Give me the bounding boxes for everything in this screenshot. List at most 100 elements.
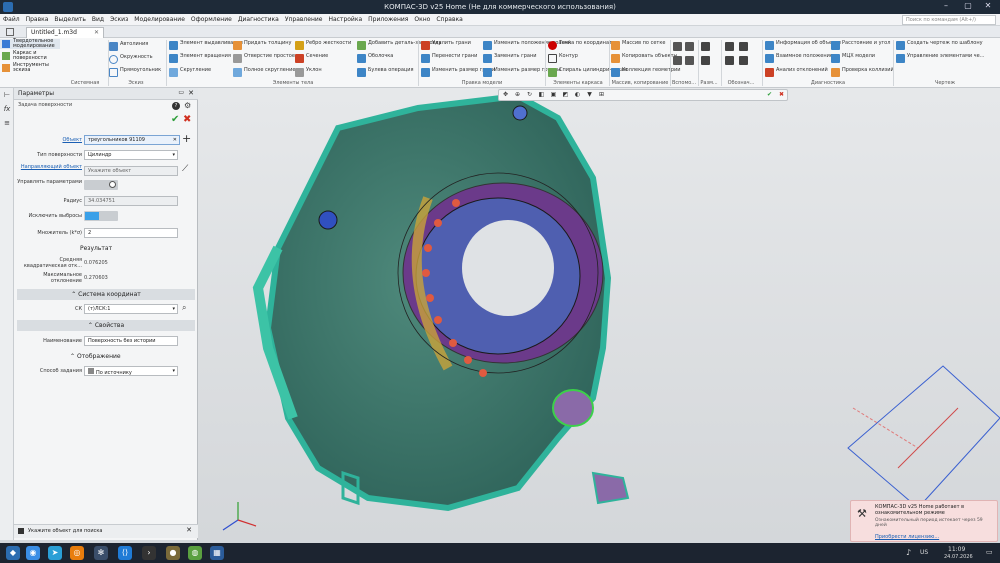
section-button[interactable]: Сечение [294,54,328,63]
home-icon[interactable] [6,28,14,36]
close-panel-icon[interactable]: ✕ [188,89,194,97]
menu-settings[interactable]: Настройка [325,14,365,25]
collision-check-button[interactable]: Проверка коллизий [830,68,894,77]
orientation-icon[interactable]: ◧ [537,91,546,100]
point-coords-button[interactable]: Точка по координатам [547,41,619,50]
add-object-icon[interactable]: + [182,132,191,145]
move-faces-button[interactable]: Перенести грани [420,54,477,63]
pick-direction-icon[interactable]: ⟋ [182,164,188,174]
menu-view[interactable]: Вид [89,14,107,25]
rib-button[interactable]: Ребро жесткости [294,41,351,50]
close-tab-icon[interactable]: ✕ [94,29,99,36]
vscode-icon[interactable]: ⟨⟩ [118,546,132,560]
properties-section-header[interactable]: ⌃ Свойства [17,320,195,331]
menu-modeling[interactable]: Моделирование [131,14,188,25]
menu-help[interactable]: Справка [433,14,465,25]
manage-params-toggle[interactable] [84,180,118,190]
menu-sketch[interactable]: Эскиз [107,14,131,25]
manage-drawing-button[interactable]: Управление элементами че... [895,54,984,63]
full-fillet-button[interactable]: Полное скругление [232,68,295,77]
menu-design[interactable]: Оформление [188,14,235,25]
app-icon[interactable]: ✻ [94,546,108,560]
deviation-analysis-button[interactable]: Анализ отклонений [764,68,828,77]
menu-select[interactable]: Выделить [51,14,88,25]
maximize-button[interactable]: ▢ [958,1,978,13]
cancel-view-icon[interactable]: ✖ [777,91,786,100]
command-search-input[interactable]: Поиск по командам (Alt+/) [902,15,996,25]
replace-faces-button[interactable]: Заменить грани [482,54,536,63]
name-field[interactable]: Поверхность без истории [84,336,178,346]
cs-pick-icon[interactable]: ⌕ [182,303,186,313]
terminal-icon[interactable]: › [142,546,156,560]
help-icon[interactable]: ? [172,102,180,110]
mass-props-button[interactable]: МЦХ модели [830,54,875,63]
object-label[interactable]: Объект [16,137,82,143]
copy-objects-button[interactable]: Копировать объекты [610,54,677,63]
create-drawing-button[interactable]: Создать чертеж по шаблону [895,41,983,50]
grid-array-button[interactable]: Массив по сетке [610,41,665,50]
direction-object-field[interactable]: Укажите объект [84,166,178,176]
menu-edit[interactable]: Правка [23,14,52,25]
mode-sketch-tools[interactable]: Инструменты эскиза [0,63,60,73]
draft-button[interactable]: Уклон [294,68,322,77]
clear-object-icon[interactable]: ✕ [173,137,177,143]
model-view[interactable] [198,88,1000,540]
browser-icon[interactable]: ◉ [26,546,40,560]
gimp-icon[interactable]: ● [166,546,180,560]
settings-gear-icon[interactable]: ⚙ [184,101,191,110]
start-menu-icon[interactable]: ◆ [6,546,20,560]
apply-view-icon[interactable]: ✔ [765,91,774,100]
menu-diagnostics[interactable]: Диагностика [235,14,282,25]
autoline-button[interactable]: Автолиния [108,42,148,51]
filter-icon[interactable]: ▼ [585,91,594,100]
surface-type-select[interactable]: Цилиндр ▾ [84,150,178,160]
list-icon[interactable]: ≡ [2,119,12,129]
blender-icon[interactable]: ◎ [70,546,84,560]
zoom-icon[interactable]: ⊕ [513,91,522,100]
rotate-icon[interactable]: ↻ [525,91,534,100]
direction-object-label[interactable]: Направляющий объект [16,164,82,170]
app-green-icon[interactable]: ◍ [188,546,202,560]
method-select[interactable]: По источнику ▾ [84,366,178,376]
coords-section-header[interactable]: ⌃ Система координат [17,289,195,300]
3d-viewport[interactable] [198,88,1000,540]
cs-select[interactable]: (т)ЛСК:1 ▾ [84,304,178,314]
volume-icon[interactable]: ♪ [906,548,911,557]
display-section-header[interactable]: ⌃ Отображение [70,353,121,360]
shell-button[interactable]: Оболочка [356,54,393,63]
menu-apps[interactable]: Приложения [365,14,411,25]
mutual-position-button[interactable]: Взаимное положение [764,54,833,63]
keyboard-language[interactable]: US [920,549,928,556]
menu-manage[interactable]: Управление [282,14,326,25]
section-view-icon[interactable]: ◩ [561,91,570,100]
revolve-button[interactable]: Элемент вращения [168,54,231,63]
tree-icon[interactable]: ⊢ [2,91,12,101]
pan-icon[interactable]: ✥ [501,91,510,100]
radius-field[interactable]: 34.034751 [84,196,178,206]
fillet-button[interactable]: Скругление [168,68,211,77]
hole-button[interactable]: Отверстие простое [232,54,295,63]
close-window-button[interactable]: ✕ [978,1,998,13]
display-style-icon[interactable]: ▣ [549,91,558,100]
distance-angle-button[interactable]: Расстояние и угол [830,41,890,50]
menu-window[interactable]: Окно [411,14,433,25]
circle-button[interactable]: Окружность [108,55,153,64]
apply-button[interactable]: ✔ [171,114,179,125]
boolean-button[interactable]: Булева операция [356,68,414,77]
mode-solid-modeling[interactable]: Твердотельное моделирование [0,39,60,49]
kompas-icon[interactable]: ▦ [210,546,224,560]
multiplier-field[interactable]: 2 [84,228,178,238]
formula-icon[interactable]: fx [2,105,12,115]
close-status-icon[interactable]: ✕ [186,526,192,534]
menu-file[interactable]: Файл [0,14,23,25]
buy-license-link[interactable]: Приобрести лицензию... [875,534,939,540]
thicken-button[interactable]: Придать толщину [232,41,292,50]
snap-icon[interactable]: ⊞ [597,91,606,100]
mode-wireframe-surfaces[interactable]: Каркас и поверхности [0,51,60,61]
hide-icon[interactable]: ◐ [573,91,582,100]
cancel-button[interactable]: ✖ [183,114,191,125]
show-desktop-icon[interactable]: ▭ [986,548,993,556]
delete-faces-button[interactable]: Удалить грани [420,41,471,50]
document-tab[interactable]: Untitled_1.m3d ✕ [26,27,104,38]
telegram-icon[interactable]: ➤ [48,546,62,560]
